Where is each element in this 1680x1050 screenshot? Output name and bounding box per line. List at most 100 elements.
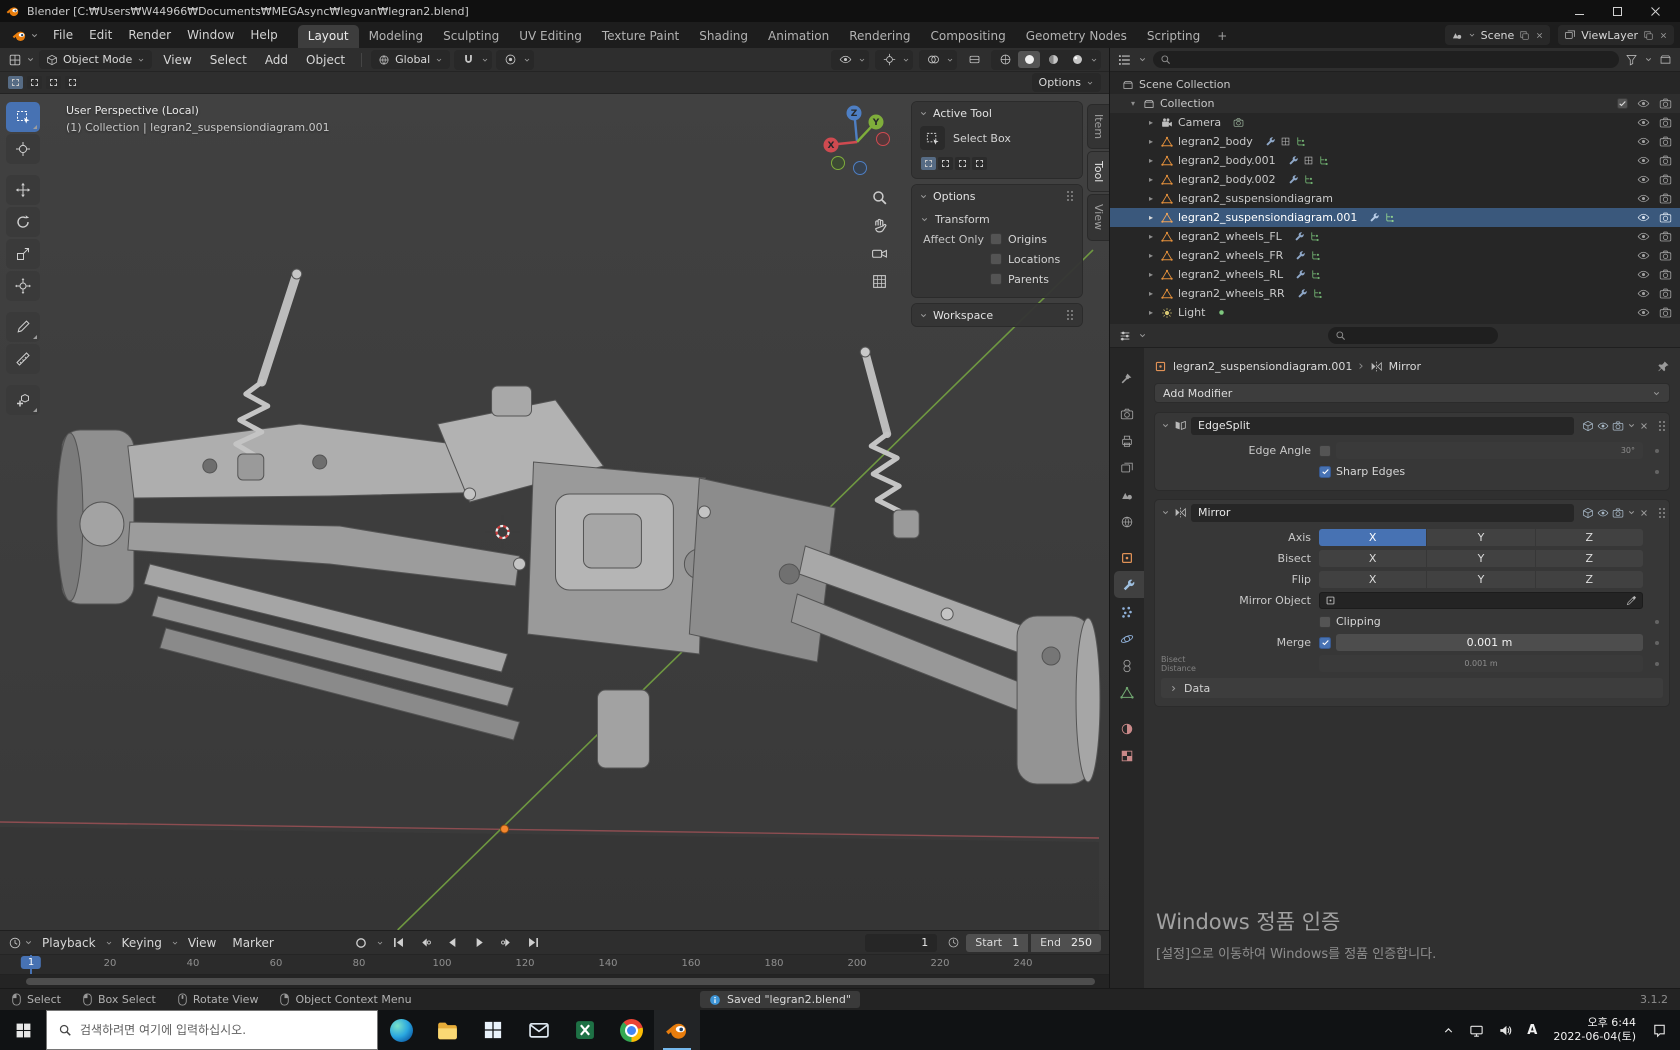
- extras-chevron-icon[interactable]: [1627, 508, 1636, 517]
- network-icon[interactable]: [1462, 1010, 1491, 1050]
- flip-x-button[interactable]: X: [1319, 571, 1426, 588]
- tab-world[interactable]: [1110, 508, 1144, 535]
- viewlayer-selector[interactable]: ViewLayer: [1558, 25, 1674, 45]
- tab-object-data[interactable]: [1110, 679, 1144, 706]
- chevron-down-icon[interactable]: [1138, 331, 1147, 340]
- hide-eye-icon[interactable]: [1637, 211, 1650, 224]
- parents-checkbox[interactable]: [990, 273, 1002, 285]
- tab-output[interactable]: [1110, 427, 1144, 454]
- new-collection-icon[interactable]: [1659, 53, 1672, 66]
- chevron-down-icon[interactable]: [1161, 421, 1170, 430]
- hide-eye-icon[interactable]: [1637, 173, 1650, 186]
- origins-checkbox[interactable]: [990, 233, 1002, 245]
- start-button[interactable]: [0, 1010, 46, 1050]
- pan-hand-icon[interactable]: [871, 217, 888, 234]
- extras-chevron-icon[interactable]: [1627, 421, 1636, 430]
- menu-window[interactable]: Window: [179, 25, 242, 45]
- tool-annotate[interactable]: [6, 312, 40, 342]
- render-visibility-icon[interactable]: [1659, 306, 1672, 319]
- render-visibility-icon[interactable]: [1659, 249, 1672, 262]
- navigation-gizmo[interactable]: Z Y X: [821, 104, 893, 176]
- workspace-tab-scripting[interactable]: Scripting: [1137, 25, 1210, 48]
- editor-type-icon[interactable]: [8, 53, 22, 67]
- sidebar-tab-view[interactable]: View: [1087, 194, 1109, 240]
- outliner-row-legran2-suspensiondiagram-001[interactable]: ▸ legran2_suspensiondiagram.001: [1110, 208, 1680, 227]
- xray-toggle[interactable]: [963, 51, 985, 68]
- options-panel-header[interactable]: Options: [912, 185, 1082, 207]
- window-titlebar[interactable]: Blender [C:₩Users₩W44966₩Documents₩MEGAs…: [0, 0, 1680, 22]
- snapping-group[interactable]: [454, 50, 492, 70]
- select-mode-intersect-button[interactable]: [65, 76, 80, 89]
- tab-physics[interactable]: [1110, 625, 1144, 652]
- animate-dot[interactable]: [1655, 470, 1659, 474]
- tab-modifiers[interactable]: [1114, 571, 1144, 598]
- outliner-row-scene-collection[interactable]: Scene Collection: [1110, 75, 1680, 94]
- tab-material[interactable]: [1110, 715, 1144, 742]
- outliner-editor-icon[interactable]: [1118, 53, 1132, 67]
- timeline-editor-icon[interactable]: [8, 936, 22, 950]
- record-button[interactable]: [349, 934, 374, 952]
- tool-rotate[interactable]: [6, 207, 40, 237]
- merge-threshold-field[interactable]: 0.001 m: [1336, 634, 1643, 651]
- display-realtime-icon[interactable]: [1597, 507, 1609, 519]
- menu-select[interactable]: Select: [203, 51, 254, 69]
- menu-file[interactable]: File: [45, 25, 81, 45]
- active-tool-row[interactable]: Select Box: [920, 126, 1074, 150]
- taskbar-app-edge[interactable]: [378, 1010, 424, 1050]
- add-modifier-button[interactable]: Add Modifier: [1154, 383, 1670, 403]
- scene-selector[interactable]: Scene: [1445, 25, 1551, 45]
- mode-new-button[interactable]: [921, 157, 936, 170]
- taskbar-app-explorer[interactable]: [424, 1010, 470, 1050]
- hide-eye-icon[interactable]: [1637, 116, 1650, 129]
- zoom-icon[interactable]: [871, 189, 888, 206]
- outliner-row-legran2-wheels-rl[interactable]: ▸ legran2_wheels_RL: [1110, 265, 1680, 284]
- timeline-scrollbar[interactable]: [26, 978, 1095, 985]
- select-mode-subtract-button[interactable]: [46, 76, 61, 89]
- chevron-down-icon[interactable]: [1161, 508, 1170, 517]
- save-notification[interactable]: Saved "legran2.blend": [700, 991, 860, 1008]
- workspace-tab-modeling[interactable]: Modeling: [359, 25, 434, 48]
- overlays-dropdown[interactable]: [919, 50, 957, 70]
- blender-menu-button[interactable]: [6, 28, 45, 43]
- tab-scene[interactable]: [1110, 481, 1144, 508]
- viewport-3d[interactable]: User Perspective (Local) (1) Collection …: [0, 94, 1109, 930]
- hide-eye-icon[interactable]: [1637, 268, 1650, 281]
- workspace-tab-compositing[interactable]: Compositing: [920, 25, 1015, 48]
- workspace-tab-layout[interactable]: Layout: [298, 25, 359, 48]
- action-center-button[interactable]: [1645, 1010, 1674, 1050]
- timeline-ruler[interactable]: 1 20 40 60 80 100 120 140 160 180 200 22…: [0, 955, 1109, 975]
- taskbar-app-blender[interactable]: [654, 1010, 700, 1050]
- delete-modifier-icon[interactable]: [1639, 508, 1649, 518]
- chevron-down-icon[interactable]: [481, 56, 489, 64]
- taskbar-app-mail[interactable]: [516, 1010, 562, 1050]
- shading-solid-button[interactable]: [1018, 51, 1040, 68]
- tray-expand-button[interactable]: [1435, 1010, 1462, 1050]
- gizmo-icon[interactable]: [878, 51, 900, 68]
- menu-view[interactable]: View: [156, 51, 198, 69]
- edgesplit-panel-header[interactable]: EdgeSplit: [1155, 413, 1669, 438]
- select-mode-new-button[interactable]: [8, 76, 23, 89]
- tool-scale[interactable]: [6, 239, 40, 269]
- chevron-down-icon[interactable]: [902, 56, 910, 64]
- shading-wireframe-button[interactable]: [994, 51, 1016, 68]
- render-visibility-icon[interactable]: [1659, 287, 1672, 300]
- workspace-tab-geometry-nodes[interactable]: Geometry Nodes: [1016, 25, 1137, 48]
- outliner-row-legran2-wheels-fl[interactable]: ▸ legran2_wheels_FL: [1110, 227, 1680, 246]
- mirror-object-field[interactable]: [1319, 592, 1643, 609]
- locations-checkbox[interactable]: [990, 253, 1002, 265]
- menu-keying[interactable]: Keying: [115, 934, 169, 952]
- gizmo-dropdown[interactable]: [875, 50, 913, 70]
- current-frame-field[interactable]: 1: [865, 934, 937, 952]
- taskbar-search-input[interactable]: [80, 1023, 366, 1037]
- edgesplit-name-field[interactable]: EdgeSplit: [1191, 417, 1574, 435]
- prev-keyframe-button[interactable]: [413, 934, 438, 952]
- axis-x-button[interactable]: X: [1319, 529, 1426, 546]
- visibility-dropdown[interactable]: [831, 50, 869, 70]
- mode-intersect-button[interactable]: [972, 157, 987, 170]
- sidebar-tab-item[interactable]: Item: [1087, 104, 1109, 149]
- mode-subtract-button[interactable]: [955, 157, 970, 170]
- workspace-tab-sculpting[interactable]: Sculpting: [433, 25, 509, 48]
- sidebar-tab-tool[interactable]: Tool: [1087, 151, 1109, 192]
- render-visibility-icon[interactable]: [1659, 154, 1672, 167]
- tab-texture[interactable]: [1110, 742, 1144, 769]
